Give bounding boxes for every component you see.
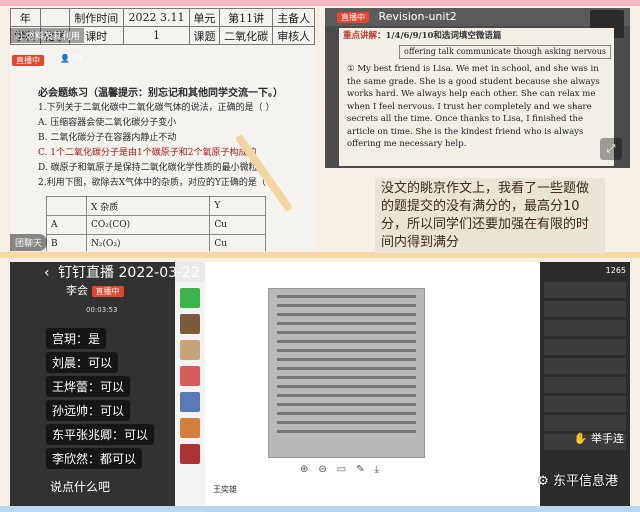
avatar[interactable] bbox=[180, 444, 200, 464]
header-cell: 年 bbox=[10, 8, 41, 27]
avatar[interactable] bbox=[180, 340, 200, 360]
header-cell: 课题 bbox=[189, 26, 220, 45]
header-cell: 主备人 bbox=[272, 8, 315, 27]
header-cell: 单元 bbox=[189, 8, 220, 27]
avatar[interactable] bbox=[180, 314, 200, 334]
chat-message: 宫玥：是 bbox=[46, 328, 107, 349]
list-item bbox=[544, 282, 626, 298]
header-cell: 二氧化碳 bbox=[218, 26, 274, 45]
impurity-table: X 杂质 Y A CO₂(CO) Cu B N₂(O₂) Cu bbox=[45, 196, 266, 251]
caption-text: 没文的眺京作文上，我看了一些题做的题提交的没有满分的，最高分10分，所以同学们还… bbox=[381, 181, 590, 250]
header-cell: 制作时间 bbox=[69, 8, 124, 27]
header-cell: 1 bbox=[122, 26, 191, 45]
option-c: C. 1个二氧化碳分子是由1个碳原子和2个氧原子构成的 bbox=[38, 148, 257, 158]
participant-column bbox=[175, 282, 205, 506]
option-b: B. 二氧化碳分子在容器内静止不动 bbox=[38, 133, 177, 143]
download-icon[interactable]: ⤓ bbox=[375, 464, 379, 475]
english-lesson-panel: 直播中 Revision-unit2 重点讲解：1/4/6/9/10和选词填空微… bbox=[325, 8, 630, 168]
participant-name: 王奕雄 bbox=[213, 485, 237, 494]
option-a: A. 压缩容器会使二氧化碳分子变小 bbox=[38, 118, 177, 128]
avatar[interactable] bbox=[180, 418, 200, 438]
raise-hand-button[interactable]: ✋ 举手连 bbox=[574, 430, 624, 446]
source-watermark: ⚙ 东平信息港 bbox=[537, 474, 618, 489]
live-badge: 直播中 bbox=[12, 55, 44, 66]
worksheet-sheet: 重点讲解：1/4/6/9/10和选词填空微语篇 offering talk co… bbox=[339, 28, 614, 166]
chat-input[interactable]: 说点什么吧 bbox=[50, 478, 110, 495]
shared-document-area: ⊕ ⊖ ▭ ✎ ⤓ 王奕雄 bbox=[205, 262, 540, 506]
table-cell bbox=[45, 196, 88, 216]
table-cell: B bbox=[45, 234, 88, 251]
app-title: 钉钉直播 2022-03-22 bbox=[58, 265, 200, 281]
topic-line: 重点讲解：1/4/6/9/10和选词填空微语篇 bbox=[343, 31, 502, 41]
elapsed-time: 00:03:53 bbox=[86, 306, 118, 314]
header-cell: 2022 3.11 bbox=[122, 8, 191, 27]
avatar[interactable] bbox=[180, 288, 200, 308]
list-item bbox=[544, 320, 626, 336]
zoom-out-icon[interactable]: ⊖ bbox=[318, 464, 326, 475]
live-sidebar: ‹ 钉钉直播 2022-03-22 李会 直播中 00:03:53 宫玥：是 刘… bbox=[10, 262, 200, 506]
pen-icon[interactable]: ✎ bbox=[356, 464, 364, 475]
live-badge: 直播中 bbox=[91, 286, 124, 297]
caption-panel: 没文的眺京作文上，我看了一些题做的题提交的没有满分的，最高分10分，所以同学们还… bbox=[375, 178, 605, 253]
header-cell bbox=[39, 8, 71, 27]
header-cell: 第11讲 bbox=[218, 8, 274, 27]
table-cell: X 杂质 bbox=[86, 196, 211, 216]
table-cell: Y bbox=[209, 196, 266, 216]
group-chat-tab[interactable]: 团聊天 bbox=[10, 234, 48, 251]
practice-title: 必会题练习（温馨提示：别忘记和其他同学交流一下。） bbox=[38, 88, 283, 99]
list-item bbox=[544, 339, 626, 355]
table-cell: Cu bbox=[209, 215, 266, 235]
list-item bbox=[544, 396, 626, 412]
dingtalk-live-panel: ‹ 钉钉直播 2022-03-22 李会 直播中 00:03:53 宫玥：是 刘… bbox=[10, 262, 630, 506]
list-item bbox=[544, 358, 626, 374]
zoom-in-icon[interactable]: ⊕ bbox=[300, 464, 308, 475]
word-bank: offering talk communicate though asking … bbox=[399, 44, 611, 59]
chat-message: 东平张兆卿：可以 bbox=[46, 424, 155, 445]
passage-text: ① My best friend is Lisa. We met in scho… bbox=[347, 64, 600, 149]
host-name: 李会 bbox=[66, 284, 88, 297]
fit-icon[interactable]: ▭ bbox=[337, 464, 346, 475]
list-item bbox=[544, 415, 626, 431]
table-cell: CO₂(CO) bbox=[86, 215, 211, 235]
back-icon[interactable]: ‹ bbox=[44, 265, 50, 281]
chemistry-lesson-panel: 年 制作时间 2022 3.11 单元 第11讲 主备人 学科 化学 课时 1 … bbox=[10, 8, 315, 251]
live-badge: 直播中 bbox=[337, 12, 369, 23]
host-info: 李会 直播中 bbox=[66, 282, 124, 298]
list-item bbox=[544, 377, 626, 393]
chat-message: 孙远帅：可以 bbox=[46, 400, 131, 421]
lesson-title: Revision-unit2 bbox=[378, 10, 457, 23]
lesson-titlebar: 直播中 Revision-unit2 bbox=[325, 8, 630, 26]
avatar[interactable] bbox=[180, 392, 200, 412]
question-1: 1.下列关于二氧化碳中二氧化碳气体的说法，正确的是（ ） bbox=[38, 103, 275, 113]
document-toolbar: ⊕ ⊖ ▭ ✎ ⤓ bbox=[300, 464, 379, 475]
viewer-count: 👤 89 bbox=[60, 54, 83, 63]
chat-message: 李欣然：都可以 bbox=[46, 448, 143, 469]
viewer-count: 1265 bbox=[605, 266, 626, 275]
avatar[interactable] bbox=[180, 366, 200, 386]
lesson-overlay-title: 习 燃料及其利用 bbox=[10, 28, 84, 43]
scanned-worksheet bbox=[268, 288, 425, 458]
table-cell: N₂(O₂) bbox=[86, 234, 211, 251]
chat-message: 王烨蕾：可以 bbox=[46, 376, 131, 397]
expand-icon[interactable]: ⤢ bbox=[600, 138, 622, 160]
header-cell: 审核人 bbox=[272, 26, 315, 45]
live-status: 直播中 bbox=[12, 48, 44, 67]
list-item bbox=[544, 301, 626, 317]
table-cell: A bbox=[45, 215, 88, 235]
table-cell: Cu bbox=[209, 234, 266, 251]
chat-message: 刘晨：可以 bbox=[46, 352, 119, 373]
